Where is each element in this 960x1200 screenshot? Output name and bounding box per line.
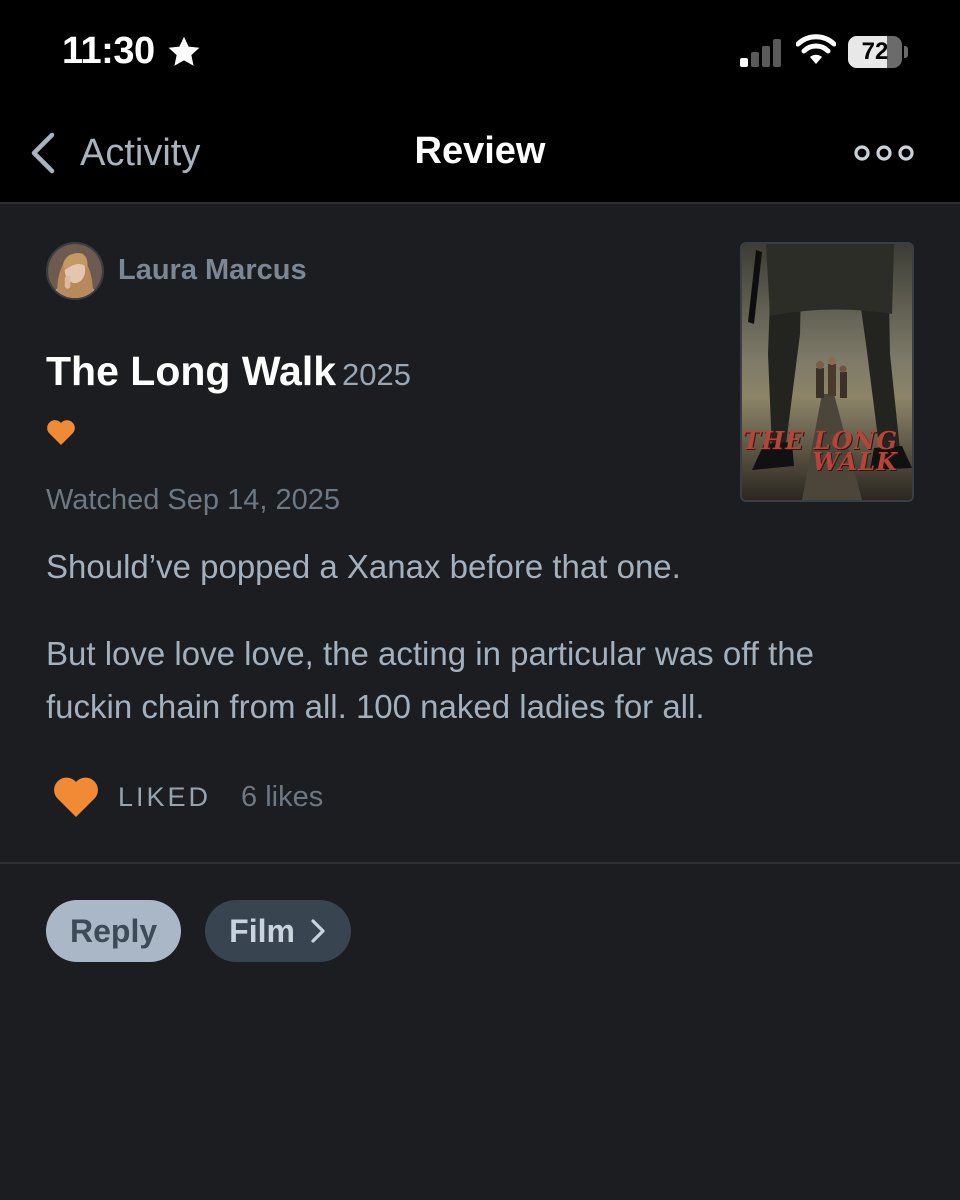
battery-percent: 72: [861, 38, 889, 65]
heart-icon: [47, 420, 75, 445]
like-heart-icon[interactable]: [52, 776, 100, 818]
action-buttons: Reply Film: [46, 900, 351, 962]
review-paragraph: But love love love, the acting in partic…: [46, 635, 814, 725]
nav-bar: Activity Review: [0, 100, 960, 204]
back-button[interactable]: Activity: [28, 128, 200, 178]
avatar[interactable]: [46, 242, 104, 300]
author-name[interactable]: Laura Marcus: [118, 254, 307, 287]
signal-icon: [740, 39, 781, 67]
chevron-left-icon: [31, 132, 55, 174]
poster-title: THE LONG WALK: [742, 426, 898, 476]
film-button-label: Film: [229, 912, 295, 949]
film-title[interactable]: The Long Walk 2025: [46, 348, 411, 395]
film-poster[interactable]: THE LONG WALK: [740, 242, 914, 502]
film-year: 2025: [342, 357, 411, 392]
liked-label: LIKED: [118, 781, 212, 812]
like-row: LIKED 6 likes: [52, 774, 323, 820]
chevron-right-icon: [311, 919, 325, 943]
back-label: Activity: [80, 131, 201, 174]
watched-date: Watched Sep 14, 2025: [46, 484, 340, 516]
status-bar: 11:30 72: [0, 0, 960, 100]
review-card: Laura Marcus The Long Walk 2025 Watched S…: [0, 204, 960, 864]
film-title-text: The Long Walk: [46, 348, 337, 394]
battery-icon: 72: [848, 36, 908, 68]
wifi-icon: [796, 34, 836, 64]
review-paragraph: Should’ve popped a Xanax before that one…: [46, 548, 681, 585]
likes-count[interactable]: 6 likes: [241, 781, 323, 814]
more-dots-icon[interactable]: [852, 138, 916, 168]
review-body: Should’ve popped a Xanax before that one…: [46, 540, 906, 767]
film-button[interactable]: Film: [205, 900, 351, 962]
reply-button[interactable]: Reply: [46, 900, 182, 962]
status-time: 11:30: [62, 30, 155, 72]
star-icon: [168, 36, 200, 66]
